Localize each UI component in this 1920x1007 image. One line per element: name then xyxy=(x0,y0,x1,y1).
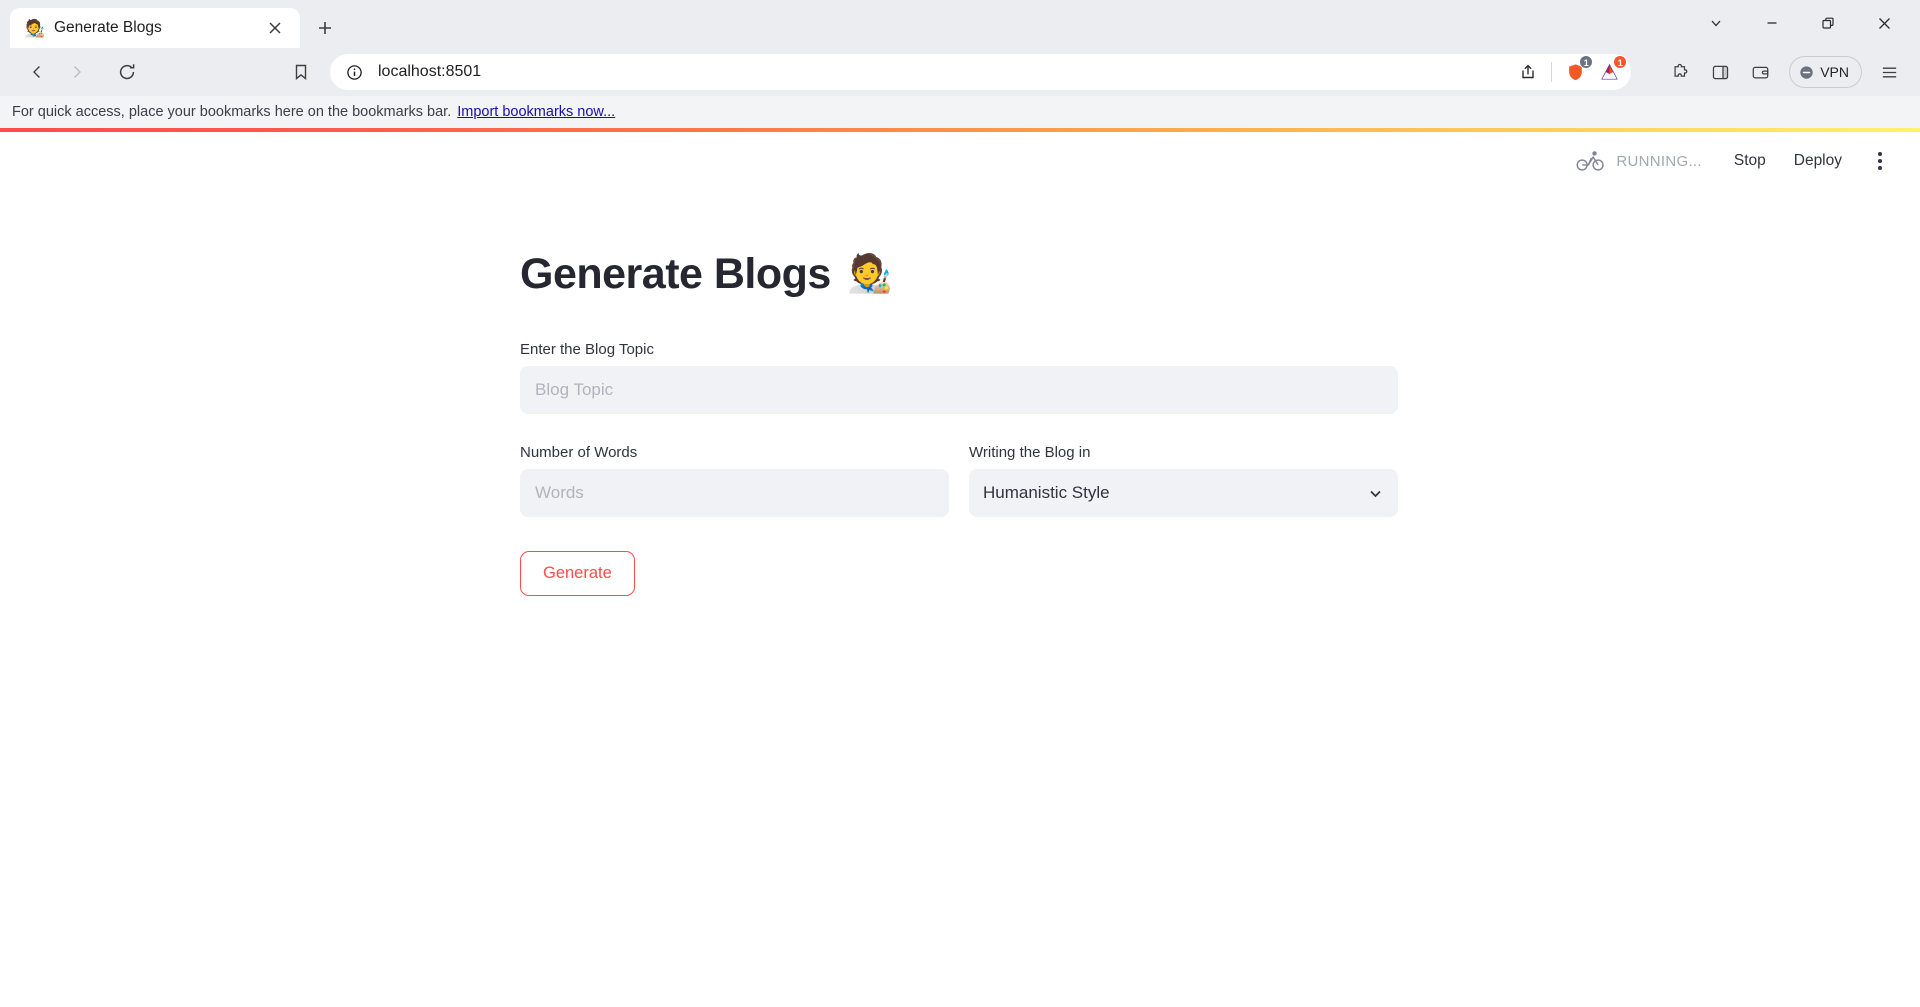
vpn-circle-minus-icon xyxy=(1799,65,1814,80)
rewards-badge: 1 xyxy=(1613,55,1628,69)
number-of-words-input[interactable]: Words xyxy=(520,469,949,517)
writing-style-select[interactable]: Humanistic Style xyxy=(969,469,1398,517)
number-of-words-field-group: Number of Words Words xyxy=(520,444,949,517)
wallet-icon[interactable] xyxy=(1741,53,1779,91)
writing-style-label: Writing the Blog in xyxy=(969,444,1091,461)
extensions-puzzle-icon[interactable] xyxy=(1661,53,1699,91)
bookmarks-bar-message: For quick access, place your bookmarks h… xyxy=(12,104,452,120)
blog-topic-label: Enter the Blog Topic xyxy=(520,341,654,358)
new-tab-button[interactable] xyxy=(306,9,344,47)
writing-style-selected-value: Humanistic Style xyxy=(983,483,1110,502)
back-arrow-icon[interactable] xyxy=(18,53,56,91)
vpn-button[interactable]: VPN xyxy=(1789,56,1862,88)
maximize-icon[interactable] xyxy=(1800,0,1856,46)
address-bar[interactable]: localhost:8501 1 1 xyxy=(330,54,1632,90)
forward-arrow-icon xyxy=(58,53,96,91)
navigation-toolbar: localhost:8501 1 1 VPN xyxy=(0,48,1920,96)
close-window-icon[interactable] xyxy=(1856,0,1912,46)
generate-button[interactable]: Generate xyxy=(520,551,635,596)
sidebar-panel-icon[interactable] xyxy=(1701,53,1739,91)
shields-badge: 1 xyxy=(1579,55,1594,69)
brave-rewards-bat-icon[interactable]: 1 xyxy=(1593,55,1628,88)
number-of-words-label: Number of Words xyxy=(520,444,638,461)
blog-topic-input[interactable]: Blog Topic xyxy=(520,366,1398,414)
tab-strip: 🧑‍🎨 Generate Blogs xyxy=(0,0,1920,48)
share-icon[interactable] xyxy=(1512,56,1544,88)
stop-button[interactable]: Stop xyxy=(1720,146,1780,176)
running-status-text: RUNNING... xyxy=(1616,152,1702,170)
running-person-icon xyxy=(1576,149,1606,173)
browser-window: 🧑‍🎨 Generate Blogs xyxy=(0,0,1920,1007)
deploy-button[interactable]: Deploy xyxy=(1780,146,1856,176)
browser-tab[interactable]: 🧑‍🎨 Generate Blogs xyxy=(10,8,300,48)
tab-search-chevron-down-icon[interactable] xyxy=(1688,0,1744,46)
brave-shields-lion-icon[interactable]: 1 xyxy=(1559,55,1594,88)
streamlit-app-body: Generate Blogs 🧑‍🎨 Enter the Blog Topic … xyxy=(0,190,1920,596)
bookmarks-bar: For quick access, place your bookmarks h… xyxy=(0,96,1920,128)
url-text: localhost:8501 xyxy=(378,63,482,80)
tab-title: Generate Blogs xyxy=(54,19,162,36)
page-viewport: RUNNING... Stop Deploy Generate Blogs 🧑‍… xyxy=(0,128,1920,1007)
chevron-down-icon xyxy=(1367,485,1384,502)
writing-style-field-group: Writing the Blog in Humanistic Style xyxy=(969,444,1398,517)
artist-emoji-icon: 🧑‍🎨 xyxy=(846,253,893,294)
close-tab-icon[interactable] xyxy=(262,15,288,41)
window-controls xyxy=(1688,0,1912,48)
bookmark-icon[interactable] xyxy=(282,53,320,91)
streamlit-header: RUNNING... Stop Deploy xyxy=(0,132,1920,190)
artist-emoji-favicon-icon: 🧑‍🎨 xyxy=(24,18,46,38)
hamburger-menu-icon[interactable] xyxy=(1870,53,1908,91)
reload-icon[interactable] xyxy=(108,53,146,91)
vpn-label: VPN xyxy=(1820,64,1849,80)
minimize-icon[interactable] xyxy=(1744,0,1800,46)
page-title: Generate Blogs 🧑‍🎨 xyxy=(520,250,1920,299)
page-title-text: Generate Blogs xyxy=(520,250,831,298)
import-bookmarks-link[interactable]: Import bookmarks now... xyxy=(457,104,615,120)
blog-topic-field-group: Enter the Blog Topic Blog Topic xyxy=(520,341,1920,414)
omnibox-divider xyxy=(1551,62,1553,82)
omnibox-actions: 1 1 xyxy=(1512,55,1628,88)
secondary-fields-row: Number of Words Words Writing the Blog i… xyxy=(520,444,1920,517)
streamlit-running-status: RUNNING... xyxy=(1576,149,1702,173)
site-info-circle-icon[interactable] xyxy=(338,56,370,88)
kebab-menu-icon[interactable] xyxy=(1862,143,1898,179)
